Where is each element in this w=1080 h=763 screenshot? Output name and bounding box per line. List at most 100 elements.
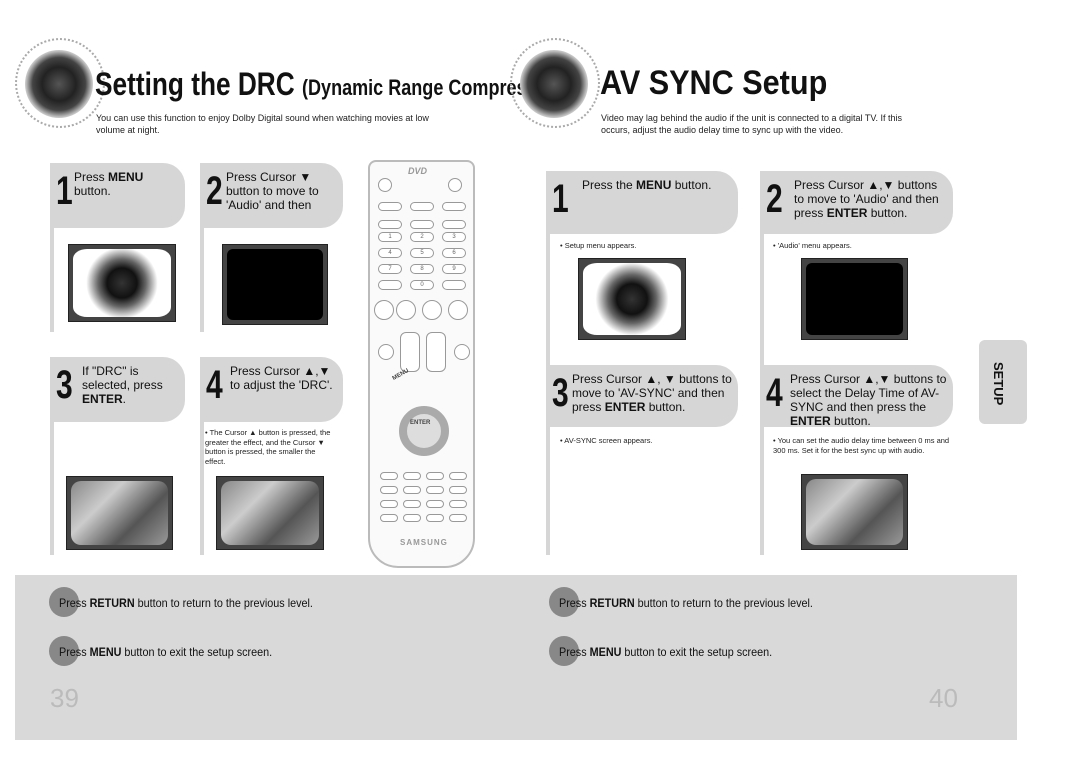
remote-button (378, 202, 402, 211)
step-note: • You can set the audio delay time betwe… (773, 436, 950, 455)
remote-button: 4 (378, 248, 402, 258)
step-number: 1 (552, 177, 569, 221)
remote-button: 6 (442, 248, 466, 258)
step-note: • The Cursor ▲ button is pressed, the gr… (205, 428, 331, 466)
remote-button: 0 (410, 280, 434, 290)
step-text: Press Cursor ▼ button to move to 'Audio'… (226, 170, 319, 212)
title-main: Setting the DRC (95, 66, 295, 102)
remote-button (410, 202, 434, 211)
remote-button (410, 220, 434, 229)
step-divider (546, 427, 550, 555)
remote-button: 5 (410, 248, 434, 258)
remote-button (374, 300, 394, 320)
remote-button (442, 280, 466, 290)
remote-button (380, 514, 398, 522)
remote-button (449, 472, 467, 480)
description: You can use this function to enjoy Dolby… (96, 113, 429, 135)
remote-button (426, 332, 446, 372)
remote-button: 7 (378, 264, 402, 274)
step-divider (760, 427, 764, 555)
remote-button (378, 344, 394, 360)
remote-button (442, 202, 466, 211)
remote-button (454, 344, 470, 360)
step-text: Press Cursor ▲, ▼ buttons to move to 'AV… (572, 372, 732, 414)
remote-button (449, 486, 467, 494)
step-divider (200, 422, 204, 555)
return-note-right: Press RETURN button to return to the pre… (559, 596, 813, 610)
step-number: 3 (552, 371, 569, 415)
enter-button: ENTER (410, 420, 431, 426)
step-note: • 'Audio' menu appears. (773, 241, 852, 250)
remote-button (442, 220, 466, 229)
remote-button: 8 (410, 264, 434, 274)
remote-button: 3 (442, 232, 466, 242)
remote-button: 2 (410, 232, 434, 242)
remote-button: 9 (442, 264, 466, 274)
setup-tab-label: SETUP (991, 362, 1006, 406)
step-note: • Setup menu appears. (560, 241, 637, 250)
screen-image (222, 244, 328, 325)
step-text: Press Cursor ▲,▼ buttons to select the D… (790, 372, 947, 428)
menu-note-left: Press MENU button to exit the setup scre… (59, 645, 273, 659)
remote-button (380, 486, 398, 494)
speaker-icon (520, 50, 588, 118)
remote-button (378, 220, 402, 229)
step-number: 4 (206, 363, 223, 407)
setup-tab: SETUP (979, 340, 1027, 424)
dpad (399, 406, 449, 456)
remote-button (403, 514, 421, 522)
remote-button (448, 300, 468, 320)
page-title: AV SYNC Setup (600, 64, 828, 102)
remote-button (449, 500, 467, 508)
footer-panel: Press RETURN button to return to the pre… (15, 575, 1017, 740)
step-number: 4 (766, 371, 783, 415)
step-text: Press MENU button. (74, 170, 144, 198)
remote-button (403, 500, 421, 508)
menu-note-right: Press MENU button to exit the setup scre… (559, 645, 773, 659)
step-note: • AV-SYNC screen appears. (560, 436, 653, 445)
remote-button (426, 486, 444, 494)
page-title: Setting the DRC (Dynamic Range Compressi… (95, 66, 570, 103)
menu-button: MENU (391, 367, 410, 383)
step-text: Press the MENU button. (582, 178, 712, 192)
description: Video may lag behind the audio if the un… (601, 113, 903, 135)
screen-image (216, 476, 324, 550)
screen-image (66, 476, 173, 550)
step-divider (200, 228, 204, 332)
screen-image (578, 258, 686, 340)
page-number-right: 40 (929, 683, 958, 713)
remote-button (400, 332, 420, 372)
remote-button (380, 500, 398, 508)
remote-button (378, 178, 392, 192)
screen-image (68, 244, 176, 322)
return-note-left: Press RETURN button to return to the pre… (59, 596, 313, 610)
remote-button (403, 486, 421, 494)
step-number: 2 (766, 177, 783, 221)
remote-button (448, 178, 462, 192)
step-number: 2 (206, 169, 223, 213)
remote-control: DVD 123 456 7890 ENTER MENU SAMSUNG (368, 160, 475, 568)
remote-button (426, 472, 444, 480)
remote-button (422, 300, 442, 320)
remote-button (378, 280, 402, 290)
page-number-left: 39 (50, 683, 79, 713)
remote-button (403, 472, 421, 480)
screen-image (801, 258, 908, 340)
step-divider (50, 228, 54, 332)
step-text: If "DRC" is selected, press ENTER. (82, 364, 163, 406)
speaker-icon (25, 50, 93, 118)
remote-button (380, 472, 398, 480)
remote-button (426, 500, 444, 508)
step-text: Press Cursor ▲,▼ to adjust the 'DRC'. (230, 364, 333, 392)
remote-button (396, 300, 416, 320)
step-text: Press Cursor ▲,▼ buttons to move to 'Aud… (794, 178, 939, 220)
remote-logo: DVD (408, 166, 428, 176)
screen-image (801, 474, 908, 550)
remote-brand: SAMSUNG (400, 538, 448, 547)
remote-button: 1 (378, 232, 402, 242)
step-divider (50, 422, 54, 555)
step-number: 3 (56, 363, 73, 407)
remote-button (449, 514, 467, 522)
remote-button (426, 514, 444, 522)
step-number: 1 (56, 169, 73, 213)
